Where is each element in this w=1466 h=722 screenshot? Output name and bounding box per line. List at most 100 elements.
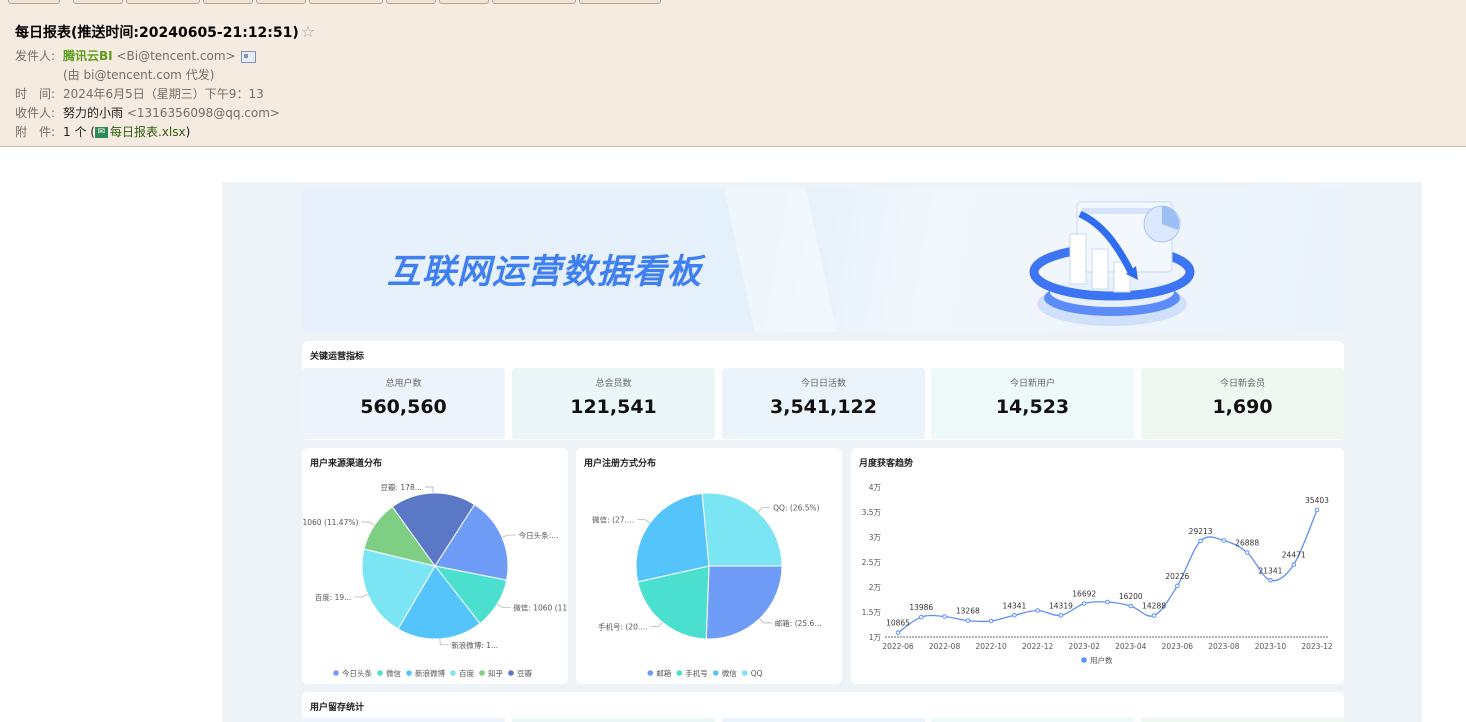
data-point[interactable] [1314,507,1320,513]
legend-label[interactable]: 手机号 [685,668,708,678]
y-tick-label: 4万 [869,483,882,492]
toolbar-button[interactable] [492,0,576,4]
legend-marker[interactable] [741,670,748,676]
from-label: 发件人: [15,49,56,63]
legend-label[interactable]: QQ [751,669,763,678]
kpi-card: 总用户数 560,560 [302,368,505,439]
via-row: (由 bi@tencent.com 代发) [15,66,214,83]
kpi-value: 560,560 [360,396,447,418]
legend-marker[interactable] [450,670,456,676]
data-point[interactable] [918,614,924,620]
kpi-panel-title: 关键运营指标 [310,352,365,362]
legend-label[interactable]: 微信 [386,668,401,678]
data-point[interactable] [1291,562,1297,567]
recipient-email[interactable]: <1316356098@qq.com> [127,106,280,120]
data-label: 14319 [1049,601,1073,610]
y-tick-label: 1万 [869,633,882,642]
attach-suffix: ) [185,125,191,139]
sender-email[interactable]: <Bi@tencent.com> [116,49,235,63]
pie-slice[interactable] [701,492,783,567]
dashboard-illustration-icon [1029,201,1195,326]
attachment-link[interactable]: 每日报表.xlsx [110,125,186,139]
kpi-value: 14,523 [995,396,1070,418]
x-tick-label: 2023-04 [1115,642,1147,651]
pie-label-line [497,603,511,608]
data-label: 20226 [1165,572,1189,581]
legend-marker[interactable] [647,670,654,676]
toolbar-button[interactable] [126,0,200,4]
legend-marker[interactable] [712,670,719,676]
toolbar-strip [0,0,1466,8]
legend-label[interactable]: 用户数 [1090,655,1113,665]
star-icon[interactable]: ☆ [301,22,315,41]
y-tick-label: 3万 [869,533,882,542]
data-point[interactable] [1105,599,1110,605]
data-point[interactable] [1268,577,1273,583]
pie-slice-label: 微信: 1060 (11.47%) [513,602,568,612]
legend-label[interactable]: 新浪微博 [415,668,445,678]
kpi-value: 3,541,122 [770,396,877,418]
data-point[interactable] [1221,538,1227,543]
toolbar-button[interactable] [386,0,436,4]
data-label: 21341 [1259,566,1283,575]
contact-card-icon[interactable] [240,50,256,63]
legend-marker[interactable] [479,670,485,676]
data-label: 14341 [1002,601,1026,610]
toolbar-button[interactable] [439,0,489,4]
to-label: 收件人: [15,106,56,120]
x-tick-label: 2023-02 [1069,642,1101,651]
data-point[interactable] [1058,613,1064,618]
register-method-pie-chart: 邮箱: (25.6... 手机号: (20.... 微信: (27.... QQ: (… [592,492,822,678]
data-point[interactable] [1198,538,1203,544]
data-point[interactable] [1012,612,1017,618]
time-value: 2024年6月5日（星期三）下午9：13 [63,87,264,101]
legend-marker[interactable] [508,670,514,676]
pie-slice-label: 知乎: 1060 (11.47%) [302,517,358,527]
attach-label: 附 件: [15,125,56,139]
toolbar-button[interactable] [309,0,383,4]
data-point[interactable] [1128,603,1134,609]
recipient-name[interactable]: 努力的小雨 [63,106,123,120]
data-label: 26888 [1235,539,1259,548]
toolbar-button[interactable] [8,0,60,4]
toolbar-button[interactable] [256,0,306,4]
legend-label[interactable]: 今日头条 [342,668,372,678]
data-point[interactable] [1175,583,1180,589]
pie-label-line [759,618,772,624]
legend-label[interactable]: 邮箱 [656,668,671,678]
data-point[interactable] [1035,608,1040,613]
legend-label[interactable]: 百度 [459,668,474,678]
legend-marker[interactable] [377,670,383,676]
pie-slice[interactable] [635,492,710,583]
pie-slice-label: 百度: 19... [315,592,352,602]
time-row: 时 间: 2024年6月5日（星期三）下午9：13 [15,85,264,102]
toolbar-button[interactable] [203,0,253,4]
legend-label[interactable]: 知乎 [488,668,503,678]
data-label: 10865 [886,619,910,628]
retention-title: 用户留存统计 [310,703,365,713]
sender-name[interactable]: 腾讯云BI [63,49,113,63]
data-point[interactable] [965,618,971,623]
data-point[interactable] [942,614,947,619]
data-point[interactable] [1081,601,1087,606]
monthly-acquisition-panel: 月度获客趋势 1万 1.5万 2万 2.5万 3万 3.5万 4万 2022-06 2022-0… [851,448,1344,684]
legend-marker[interactable] [1081,657,1087,663]
legend-marker[interactable] [333,670,339,676]
data-point[interactable] [1151,613,1157,618]
legend-label[interactable]: 豆瓣 [517,668,532,678]
excel-file-icon[interactable]: ✉ [94,127,108,138]
toolbar-button[interactable] [579,0,661,4]
legend-marker[interactable] [406,670,412,676]
x-tick-label: 2022-12 [1022,642,1054,651]
data-point[interactable] [988,618,994,624]
kpi-value: 1,690 [1212,396,1273,418]
toolbar-button[interactable] [73,0,123,4]
pie-slice[interactable] [705,565,783,640]
legend-marker[interactable] [676,670,683,676]
pie-slice-label: 微信: (27.... [592,515,634,525]
subject-text: 每日报表(推送时间:20240605-21:12:51) [15,25,299,41]
x-tick-label: 2022-10 [975,642,1007,651]
data-point[interactable] [895,630,901,635]
data-point[interactable] [1244,550,1250,555]
legend-label[interactable]: 微信 [722,668,737,678]
